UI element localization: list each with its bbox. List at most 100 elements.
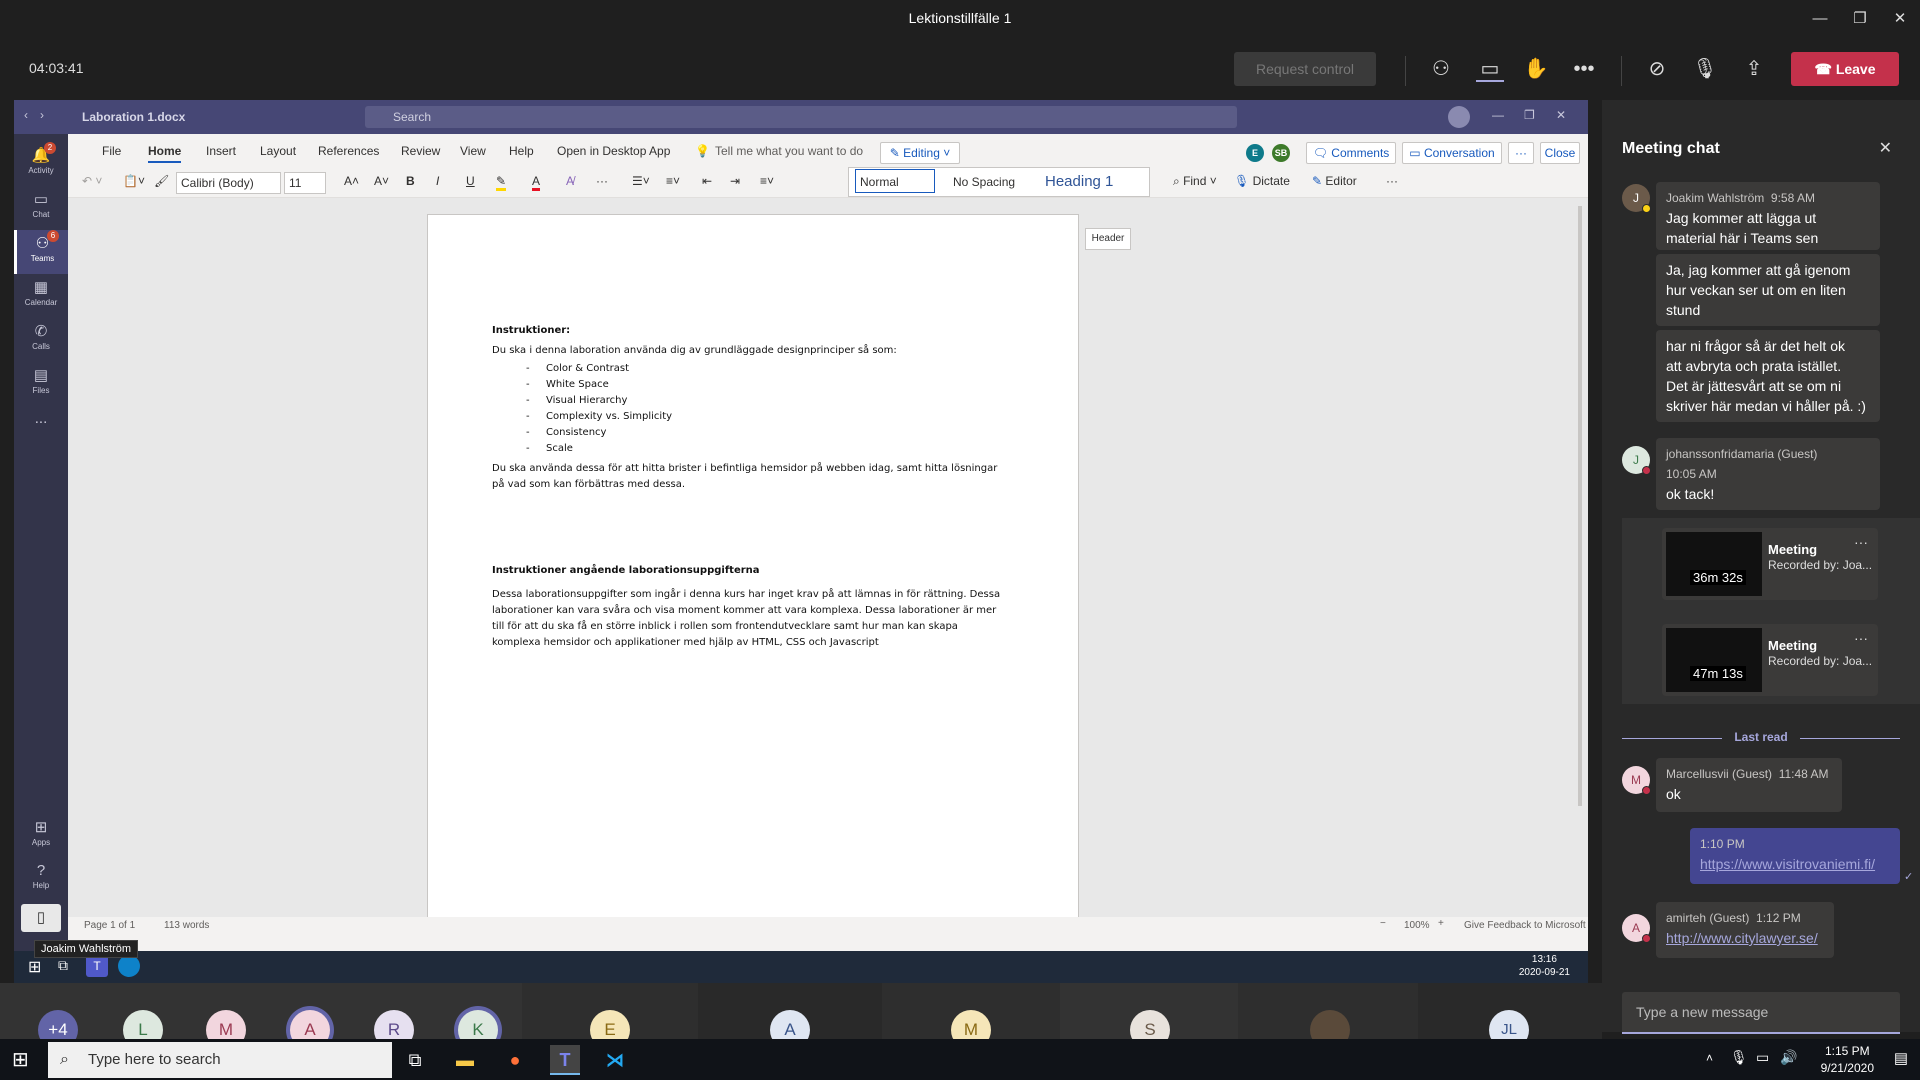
find-label: Find <box>1183 174 1207 188</box>
message-time: 1:12 PM <box>1756 911 1801 925</box>
tray-volume-icon[interactable]: 🔊 <box>1780 1049 1797 1066</box>
doc-intro: Du ska i denna laboration använda dig av… <box>492 345 897 356</box>
rail-teams: ⚇ Teams 6 <box>14 230 68 274</box>
inner-close-icon: ✕ <box>1556 108 1567 122</box>
system-clock[interactable]: 1:15 PM 9/21/2020 <box>1821 1043 1874 1077</box>
more-actions-icon[interactable]: ••• <box>1570 56 1598 82</box>
message-link[interactable]: http://www.citylawyer.se/ <box>1666 928 1824 948</box>
chat-message: Joakim Wahlström 9:58 AM Jag kommer att … <box>1656 182 1880 250</box>
pencil-icon: ✎ <box>889 146 904 160</box>
doc-heading-lab: Instruktioner angående laborationsuppgif… <box>492 565 760 576</box>
bullet-item: - Color & Contrast <box>526 363 629 374</box>
forward-icon: › <box>40 108 44 122</box>
activity-badge: 2 <box>44 142 56 154</box>
increase-indent-icon: ⇥ <box>730 174 741 188</box>
file-icon: ▤ <box>33 367 49 384</box>
bell-icon: 🔔 <box>31 147 51 164</box>
undo-icon: ↶ ˅ <box>82 174 103 188</box>
document-canvas: Instruktioner: Du ska i denna laboration… <box>68 198 1588 934</box>
taskbar-search-placeholder: Type here to search <box>88 1051 221 1068</box>
recording-card[interactable]: 47m 13s Meeting Recorded by: Joa... ··· <box>1662 624 1878 696</box>
zoom-level: 100% <box>1404 920 1430 931</box>
chat-icon[interactable]: ▭ <box>1476 56 1504 82</box>
align-icon: ≡˅ <box>760 174 775 188</box>
close-icon[interactable]: ✕ <box>1888 8 1912 30</box>
camera-off-icon[interactable]: ⊘ <box>1643 56 1671 82</box>
clock-date: 9/21/2020 <box>1820 1061 1874 1075</box>
chat-message: Ja, jag kommer att gå igenom hur veckan … <box>1656 254 1880 326</box>
message-text: material här i Teams sen <box>1666 230 1819 246</box>
shared-screen: ‹ › Laboration 1.docx Search — ❐ ✕ 🔔 Acti… <box>14 100 1588 983</box>
teams-badge: 6 <box>47 230 59 242</box>
close-chat-icon[interactable]: ✕ <box>1879 138 1892 158</box>
message-text: hur veckan ser ut om en liten <box>1666 282 1846 298</box>
font-color-icon: A <box>532 174 541 191</box>
hangup-icon: ☎ <box>1814 61 1836 77</box>
doc-paragraph: Dessa laborationsuppgifter som ingår i d… <box>492 589 1001 600</box>
file-explorer-icon[interactable]: ▬ <box>450 1045 480 1075</box>
window-title-bar: Lektionstillfälle 1 — ❐ ✕ <box>0 0 1920 38</box>
italic-icon: I <box>436 174 440 188</box>
meeting-chat-panel: Meeting chat ✕ J Joakim Wahlström 9:58 A… <box>1602 100 1920 1034</box>
tray-chevron-icon[interactable]: ˄ <box>1706 1051 1713 1065</box>
microphone-icon[interactable]: 🎙 <box>1691 56 1719 82</box>
message-text: att avbryta och prata istället. <box>1666 358 1842 374</box>
style-heading-1: Heading 1 <box>1045 173 1114 190</box>
doc-paragraph: på vad som kan förbättras med dessa. <box>492 479 686 490</box>
minimize-icon[interactable]: — <box>1808 8 1832 30</box>
rail-activity: 🔔 Activity 2 <box>14 142 68 186</box>
rail-label: Calendar <box>24 298 58 307</box>
rail-label: Help <box>32 881 50 890</box>
document-scrollbar <box>1578 206 1582 806</box>
message-text: Det är jättesvårt att se om ni <box>1666 378 1842 394</box>
rail-files: ▤ Files <box>14 362 68 406</box>
firefox-icon[interactable]: ● <box>500 1045 530 1075</box>
chat-title: Meeting chat <box>1622 140 1720 157</box>
action-center-icon[interactable]: ▤ <box>1894 1049 1908 1067</box>
tray-network-icon[interactable]: ▭ <box>1756 1049 1769 1066</box>
lightbulb-icon: 💡 <box>695 144 710 158</box>
share-screen-icon[interactable]: ⇪ <box>1740 56 1768 82</box>
message-link[interactable]: https://www.visitrovaniemi.fi/ <box>1700 854 1890 874</box>
page-count: Page 1 of 1 <box>84 920 136 931</box>
rail-label: Files <box>32 386 50 395</box>
windows-start-icon: ⊞ <box>28 959 42 976</box>
clock-time: 1:15 PM <box>1824 1044 1870 1058</box>
font-more-icon: ··· <box>596 174 608 188</box>
font-size-select: 11 <box>284 172 326 194</box>
raise-hand-icon[interactable]: ✋ <box>1522 56 1550 82</box>
recording-title: Meeting <box>1768 638 1818 653</box>
tray-mic-icon[interactable]: 🎙 <box>1730 1049 1748 1066</box>
highlight-icon: ✎ <box>496 174 507 191</box>
bullet-item: - Consistency <box>526 427 607 438</box>
recording-more-icon[interactable]: ··· <box>1854 630 1868 646</box>
message-text: Ja, jag kommer att gå igenom <box>1666 262 1851 278</box>
zoom-out-icon: − <box>1380 918 1386 929</box>
participants-icon[interactable]: ⚇ <box>1427 56 1455 82</box>
vscode-icon[interactable]: ⋊ <box>600 1045 630 1075</box>
inner-minimize-icon: — <box>1492 108 1504 122</box>
zoom-in-icon: + <box>1438 918 1444 929</box>
collaborator-avatar: SB <box>1272 144 1290 162</box>
editor-label: Editor <box>1325 174 1357 188</box>
recording-more-icon[interactable]: ··· <box>1854 534 1868 550</box>
bullet-item: - Scale <box>526 443 573 454</box>
teams-app-icon[interactable]: T <box>550 1045 580 1075</box>
rail-label: Teams <box>30 254 55 263</box>
tell-me-input: Tell me what you want to do <box>715 144 864 158</box>
restore-icon[interactable]: ❐ <box>1848 8 1872 30</box>
dictate-button: 🎙 Dictate <box>1234 174 1290 188</box>
chat-message-input[interactable]: Type a new message <box>1622 992 1900 1034</box>
taskbar-search-input[interactable]: ⌕ Type here to search <box>48 1042 392 1078</box>
recording-duration: 36m 32s <box>1690 570 1746 585</box>
task-view-icon[interactable]: ⧉ <box>400 1045 430 1075</box>
leave-button[interactable]: ☎ Leave <box>1791 52 1899 86</box>
recording-card[interactable]: 36m 32s Meeting Recorded by: Joa... ··· <box>1662 528 1878 600</box>
document-title: Laboration 1.docx <box>82 110 186 124</box>
paste-icon: 📋˅ <box>123 174 145 188</box>
message-time: 9:58 AM <box>1770 191 1815 205</box>
windows-start-button[interactable]: ⊞ <box>12 1047 29 1072</box>
edge-taskbar-icon <box>118 955 140 977</box>
request-control-button[interactable]: Request control <box>1234 52 1376 86</box>
meeting-controls: 04:03:41 Request control ⚇ ▭ ✋ ••• ⊘ 🎙 ⇪… <box>0 38 1920 100</box>
